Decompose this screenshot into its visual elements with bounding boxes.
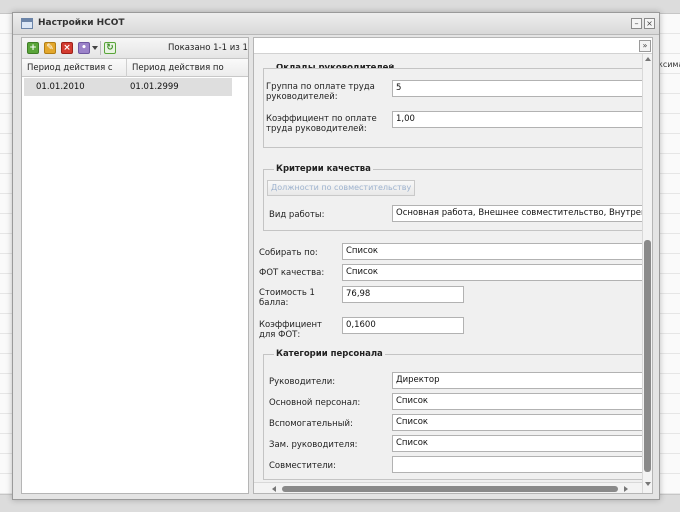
window-titlebar[interactable]: Настройки НСОТ – × xyxy=(13,13,659,35)
expand-icon[interactable]: » xyxy=(639,40,651,52)
toolbar-divider xyxy=(100,41,101,55)
fot-quality-label: ФОТ качества: xyxy=(259,268,325,278)
minimize-button[interactable]: – xyxy=(631,18,642,29)
window-icon xyxy=(21,18,33,29)
background-column-header: ксима xyxy=(658,60,680,69)
fot-quality-field[interactable]: Список xyxy=(342,264,642,281)
managers-salary-legend: Оклады руководителей xyxy=(274,64,397,68)
collect-by-label: Собирать по: xyxy=(259,248,318,258)
work-type-field[interactable]: Основная работа, Внешнее совместительств… xyxy=(392,205,644,222)
deputy-manager-label: Зам. руководителя: xyxy=(269,440,358,450)
auxiliary-staff-field[interactable]: Список xyxy=(392,414,644,431)
column-header-period-to[interactable]: Период действия по xyxy=(132,63,224,73)
scroll-down-arrow-icon[interactable] xyxy=(645,482,651,486)
vertical-scrollbar[interactable] xyxy=(642,54,652,493)
table-row[interactable]: 01.01.2010 01.01.2999 xyxy=(24,78,232,96)
staff-categories-section: Категории персонала Руководители: Директ… xyxy=(263,349,644,480)
more-actions-icon[interactable]: • xyxy=(78,42,90,54)
quality-criteria-legend: Критерии качества xyxy=(274,164,373,174)
scroll-right-arrow-icon[interactable] xyxy=(624,486,628,492)
point-cost-label: Стоимость 1 балла: xyxy=(259,288,315,308)
work-type-label: Вид работы: xyxy=(269,210,325,220)
delete-icon[interactable]: × xyxy=(61,42,73,54)
close-button[interactable]: × xyxy=(644,18,655,29)
edit-icon[interactable]: ✎ xyxy=(44,42,56,54)
settings-form-panel: » Оклады руководителей Группа по оплате … xyxy=(253,37,653,494)
managers-salary-section: Оклады руководителей Группа по оплате тр… xyxy=(263,64,644,148)
managers-label: Руководители: xyxy=(269,377,336,387)
part-time-positions-button[interactable]: Должности по совместительству xyxy=(267,180,416,196)
chevron-down-icon[interactable] xyxy=(92,46,98,50)
quality-criteria-section: Критерии качества Должности по совместит… xyxy=(263,164,644,231)
periods-toolbar: + ✎ × • ↻ Показано 1-1 из 1 xyxy=(22,38,248,59)
vertical-scroll-thumb[interactable] xyxy=(644,240,651,472)
window-title: Настройки НСОТ xyxy=(38,18,125,28)
fot-coefficient-field[interactable]: 0,1600 xyxy=(342,317,464,334)
column-header-period-from[interactable]: Период действия с xyxy=(27,63,113,73)
add-icon[interactable]: + xyxy=(27,42,39,54)
group-label: Группа по оплате труда руководителей: xyxy=(266,82,375,102)
staff-categories-legend: Категории персонала xyxy=(274,349,385,359)
auxiliary-staff-label: Вспомогательный: xyxy=(269,419,353,429)
horizontal-scroll-thumb[interactable] xyxy=(282,486,618,492)
managers-field[interactable]: Директор xyxy=(392,372,644,389)
scroll-up-arrow-icon[interactable] xyxy=(645,57,651,61)
main-staff-label: Основной персонал: xyxy=(269,398,361,408)
fot-coefficient-label: Коэффициент для ФОТ: xyxy=(259,320,323,340)
coefficient-field[interactable]: 1,00 xyxy=(392,111,644,128)
column-divider[interactable] xyxy=(126,59,127,77)
horizontal-scrollbar[interactable] xyxy=(254,482,642,493)
deputy-manager-field[interactable]: Список xyxy=(392,435,644,452)
collect-by-field[interactable]: Список xyxy=(342,243,642,260)
paging-info: Показано 1-1 из 1 xyxy=(168,43,248,53)
nsot-settings-window: Настройки НСОТ – × + ✎ × • ↻ Показано 1-… xyxy=(12,12,660,500)
periods-panel: + ✎ × • ↻ Показано 1-1 из 1 Период дейст… xyxy=(21,37,249,494)
main-staff-field[interactable]: Список xyxy=(392,393,644,410)
form-topbar: » xyxy=(254,38,652,54)
refresh-icon[interactable]: ↻ xyxy=(104,42,116,54)
part-time-label: Совместители: xyxy=(269,461,336,471)
cell-period-to: 01.01.2999 xyxy=(130,82,179,92)
part-time-field[interactable] xyxy=(392,456,644,473)
cell-period-from: 01.01.2010 xyxy=(36,82,85,92)
group-field[interactable]: 5 xyxy=(392,80,644,97)
point-cost-field[interactable]: 76,98 xyxy=(342,286,464,303)
coefficient-label: Коэффициент по оплате труда руководителе… xyxy=(266,114,377,134)
scroll-left-arrow-icon[interactable] xyxy=(272,486,276,492)
periods-grid-header: Период действия с Период действия по xyxy=(22,59,248,77)
